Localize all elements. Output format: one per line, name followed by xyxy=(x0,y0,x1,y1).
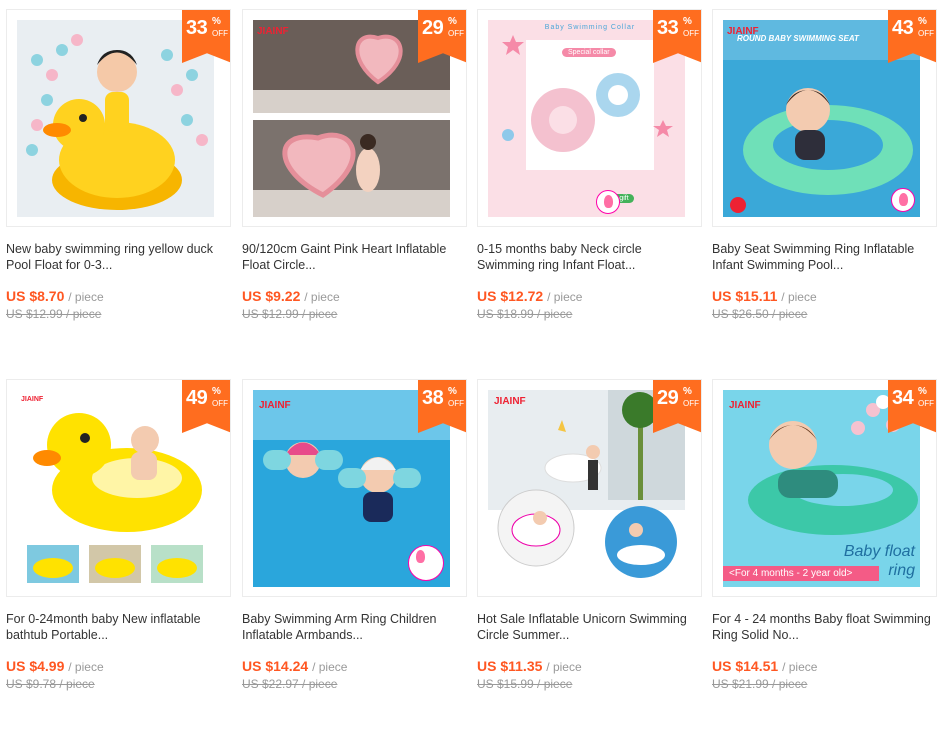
discount-off-label: OFF xyxy=(448,399,464,408)
product-title[interactable]: Hot Sale Inflatable Unicorn Swimming Cir… xyxy=(477,611,702,643)
product-image-frame[interactable]: 33 % OFF xyxy=(6,9,231,227)
discount-off-label: OFF xyxy=(448,29,464,38)
product-title[interactable]: 90/120cm Gaint Pink Heart Inflatable Flo… xyxy=(242,241,467,273)
discount-percent: % xyxy=(448,386,457,397)
original-price: US $18.99 / piece xyxy=(477,307,573,321)
original-price: US $26.50 / piece xyxy=(712,307,808,321)
product-image-frame[interactable]: JIAINF 29 % OFF xyxy=(242,9,467,227)
original-price: US $9.78 / piece xyxy=(6,677,95,691)
flamingo-icon xyxy=(596,190,620,214)
discount-percent: % xyxy=(918,16,927,27)
original-price: US $12.99 / piece xyxy=(242,307,338,321)
discount-off-label: OFF xyxy=(683,29,699,38)
product-title[interactable]: Baby Swimming Arm Ring Children Inflatab… xyxy=(242,611,467,643)
product-title[interactable]: New baby swimming ring yellow duck Pool … xyxy=(6,241,231,273)
discount-off-label: OFF xyxy=(918,399,934,408)
product-price: US $4.99 / piece xyxy=(6,658,104,674)
product-image-frame[interactable]: Baby float ring <For 4 months - 2 year o… xyxy=(712,379,937,597)
product-title[interactable]: 0-15 months baby Neck circle Swimming ri… xyxy=(477,241,702,273)
brand-logo: JIAINF xyxy=(727,26,759,37)
discount-percent: % xyxy=(683,386,692,397)
discount-value: 49 xyxy=(186,387,208,409)
flamingo-icon xyxy=(891,188,915,212)
image-note: <For 4 months - 2 year old> xyxy=(723,566,879,581)
discount-value: 29 xyxy=(657,387,679,409)
discount-off-label: OFF xyxy=(918,29,934,38)
product-price: US $14.24 / piece xyxy=(242,658,348,674)
discount-percent: % xyxy=(448,16,457,27)
product-price: US $15.11 / piece xyxy=(712,288,817,304)
discount-percent: % xyxy=(212,386,221,397)
product-image-frame[interactable]: ROUND BABY SWIMMING SEAT JIAINF 43 % OFF xyxy=(712,9,937,227)
product-price: US $8.70 / piece xyxy=(6,288,104,304)
discount-value: 43 xyxy=(892,17,914,39)
brand-logo: JIAINF xyxy=(257,26,289,37)
discount-value: 29 xyxy=(422,17,444,39)
product-price: US $9.22 / piece xyxy=(242,288,340,304)
discount-percent: % xyxy=(918,386,927,397)
flamingo-icon xyxy=(408,545,444,581)
product-price: US $11.35 / piece xyxy=(477,658,582,674)
product-image-frame[interactable]: JIAINF 29 % OFF xyxy=(477,379,702,597)
product-title[interactable]: Baby Seat Swimming Ring Inflatable Infan… xyxy=(712,241,937,273)
discount-off-label: OFF xyxy=(683,399,699,408)
discount-off-label: OFF xyxy=(212,29,228,38)
original-price: US $12.99 / piece xyxy=(6,307,102,321)
original-price: US $15.99 / piece xyxy=(477,677,573,691)
original-price: US $21.99 / piece xyxy=(712,677,808,691)
product-title[interactable]: For 0-24month baby New inflatable bathtu… xyxy=(6,611,231,643)
product-grid: 33 % OFF New baby swimming ring yellow d… xyxy=(0,0,943,742)
product-title[interactable]: For 4 - 24 months Baby float Swimming Ri… xyxy=(712,611,937,643)
product-image-frame[interactable]: Baby Swimming Collar Special collar Free… xyxy=(477,9,702,227)
discount-off-label: OFF xyxy=(212,399,228,408)
discount-value: 34 xyxy=(892,387,914,409)
discount-value: 33 xyxy=(186,17,208,39)
brand-logo: JIAINF xyxy=(259,400,291,411)
discount-value: 38 xyxy=(422,387,444,409)
image-banner-text: Baby Swimming Collar xyxy=(544,24,636,31)
product-image-frame[interactable]: JIAINF 38 % OFF xyxy=(242,379,467,597)
discount-percent: % xyxy=(683,16,692,27)
discount-percent: % xyxy=(212,16,221,27)
image-collar-tag: Special collar xyxy=(562,48,616,57)
brand-logo: JIAINF xyxy=(729,400,761,411)
original-price: US $22.97 / piece xyxy=(242,677,338,691)
product-image-frame[interactable]: JIAINF 49 % OFF xyxy=(6,379,231,597)
brand-logo: JIAINF xyxy=(21,396,44,403)
discount-value: 33 xyxy=(657,17,679,39)
product-price: US $14.51 / piece xyxy=(712,658,818,674)
brand-logo: JIAINF xyxy=(494,396,526,407)
product-price: US $12.72 / piece xyxy=(477,288,583,304)
